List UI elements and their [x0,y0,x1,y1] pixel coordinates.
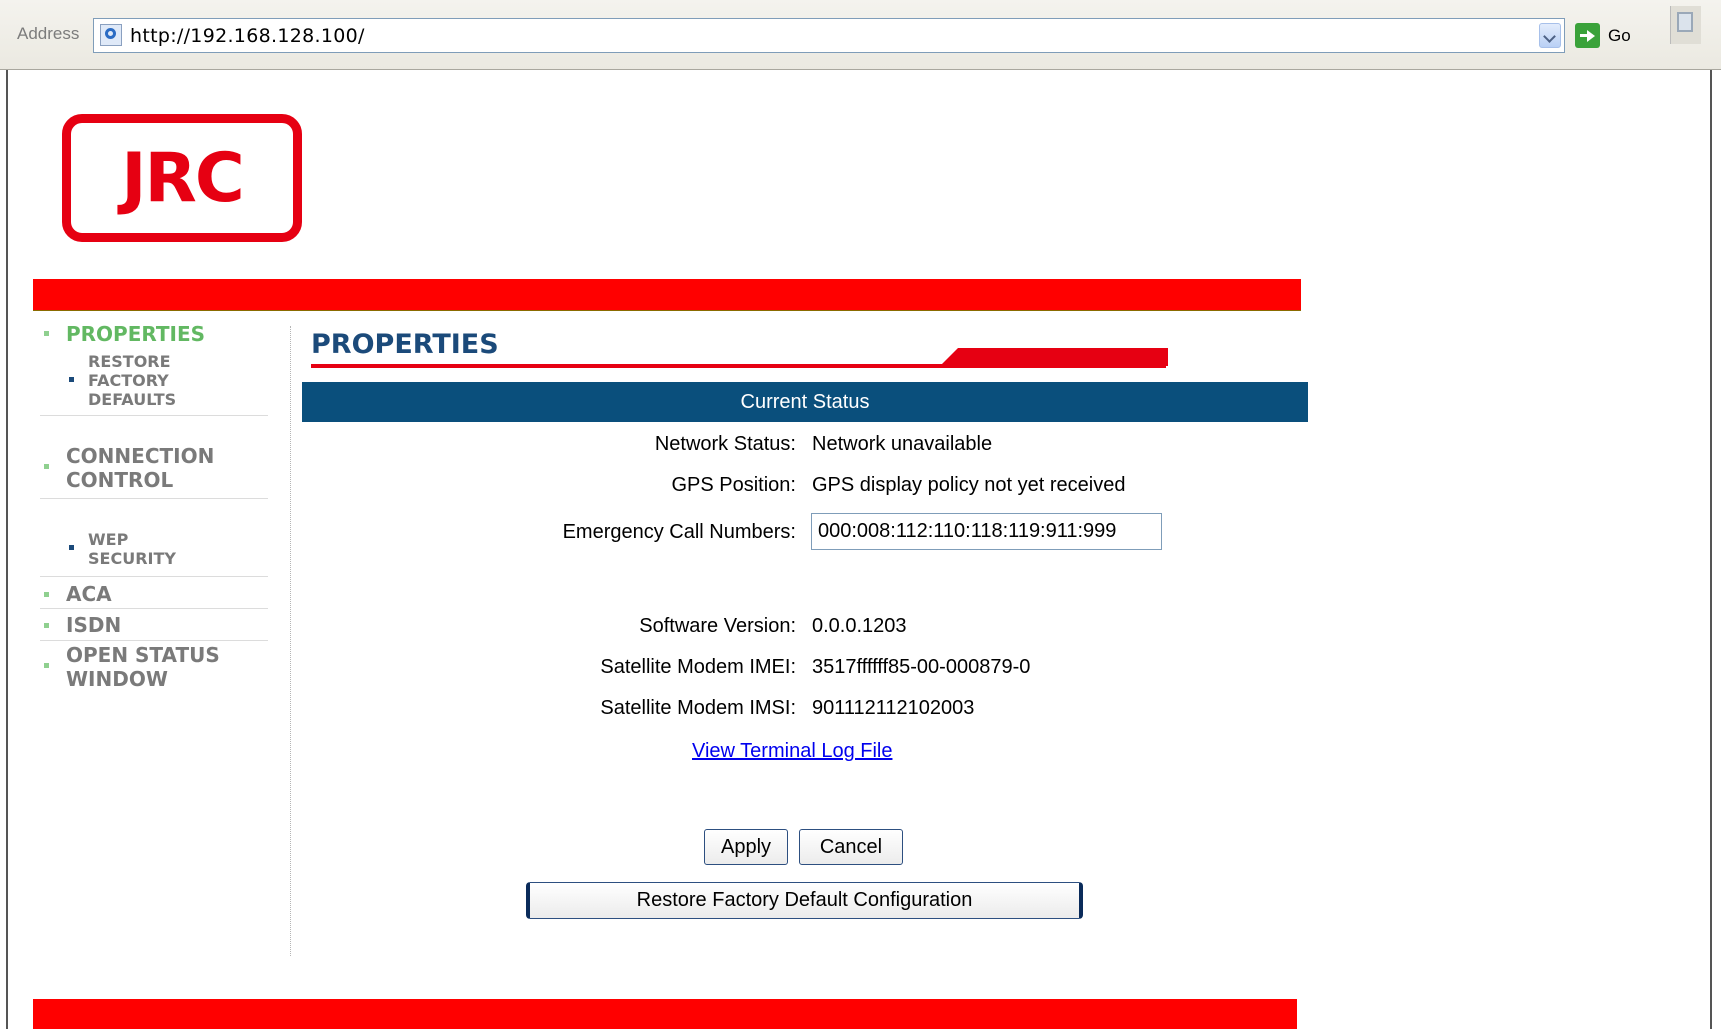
sidebar-item-label[interactable]: PROPERTIES [66,322,205,346]
go-button[interactable]: Go [1575,18,1631,53]
apply-button[interactable]: Apply [704,829,788,865]
page-frame-right [1710,70,1712,1029]
sidebar-item-properties[interactable]: PROPERTIES [40,320,268,350]
gps-position-value: GPS display policy not yet received [812,474,1126,496]
sidebar-item-aca[interactable]: ACA [40,580,268,610]
nav-divider [40,608,268,609]
page-title: PROPERTIES [311,329,499,360]
nav-divider [40,498,268,499]
bullet-icon [44,623,49,628]
address-label: Address [17,24,80,43]
emergency-call-numbers-input[interactable] [811,513,1162,550]
address-dropdown-icon[interactable] [1539,23,1561,48]
sidebar-item-connection-control[interactable]: CONNECTION CONTROL [40,444,268,494]
nav-divider [40,415,268,416]
modem-imsi-label: Satellite Modem IMSI: [600,697,796,719]
restore-factory-default-button[interactable]: Restore Factory Default Configuration [526,882,1083,919]
go-label[interactable]: Go [1608,26,1631,46]
nav-divider [40,640,268,641]
sidebar-item-restore-factory-defaults[interactable]: RESTORE FACTORY DEFAULTS [40,352,268,412]
bullet-icon [44,331,49,336]
modem-imei-label: Satellite Modem IMEI: [600,656,796,678]
url-text[interactable]: http://192.168.128.100/ [130,25,365,47]
sidebar-item-label[interactable]: ISDN [66,613,121,637]
go-arrow-icon[interactable] [1575,23,1600,48]
address-bar: Address http://192.168.128.100/ Go [0,0,1721,70]
sidebar-item-open-status-window[interactable]: OPEN STATUS WINDOW [40,643,268,693]
sidebar-item-label[interactable]: ACA [66,582,112,606]
sidebar-item-label[interactable]: CONNECTION CONTROL [66,444,266,492]
page-frame-left [6,70,8,1029]
sidebar-separator [290,326,291,956]
sidebar-item-isdn[interactable]: ISDN [40,611,268,641]
ie-page-icon [100,24,122,46]
sidebar-item-label[interactable]: OPEN STATUS WINDOW [66,643,266,691]
view-terminal-log-link[interactable]: View Terminal Log File [692,740,892,763]
header-red-bar [33,279,1301,311]
current-status-header: Current Status [302,382,1308,422]
nav-divider [40,576,268,577]
network-status-label: Network Status: [654,433,796,455]
sidebar-item-label[interactable]: WEP SECURITY [88,530,198,568]
bullet-icon [69,545,74,550]
network-status-value: Network unavailable [812,433,993,455]
url-field[interactable]: http://192.168.128.100/ [93,18,1565,53]
sidebar-item-label[interactable]: RESTORE FACTORY DEFAULTS [88,352,218,409]
gps-position-label: GPS Position: [671,474,796,496]
toolbar-links-icon[interactable] [1670,6,1701,44]
modem-imsi-value: 901112112102003 [812,697,975,719]
software-version-label: Software Version: [639,615,796,637]
title-accent-tab [940,348,1168,366]
logo-text: JRC [121,138,245,218]
bullet-icon [44,592,49,597]
software-version-value: 0.0.0.1203 [812,615,907,637]
modem-imei-value: 3517ffffff85-00-000879-0 [812,656,1031,678]
sidebar-item-wep-security[interactable]: WEP SECURITY [40,530,268,570]
cancel-button[interactable]: Cancel [799,829,903,865]
emergency-call-numbers-label: Emergency Call Numbers: [562,521,796,543]
footer-red-bar [33,999,1297,1029]
bullet-icon [44,663,49,668]
bullet-icon [44,464,49,469]
bullet-icon [69,377,74,382]
jrc-logo: JRC [62,114,302,242]
